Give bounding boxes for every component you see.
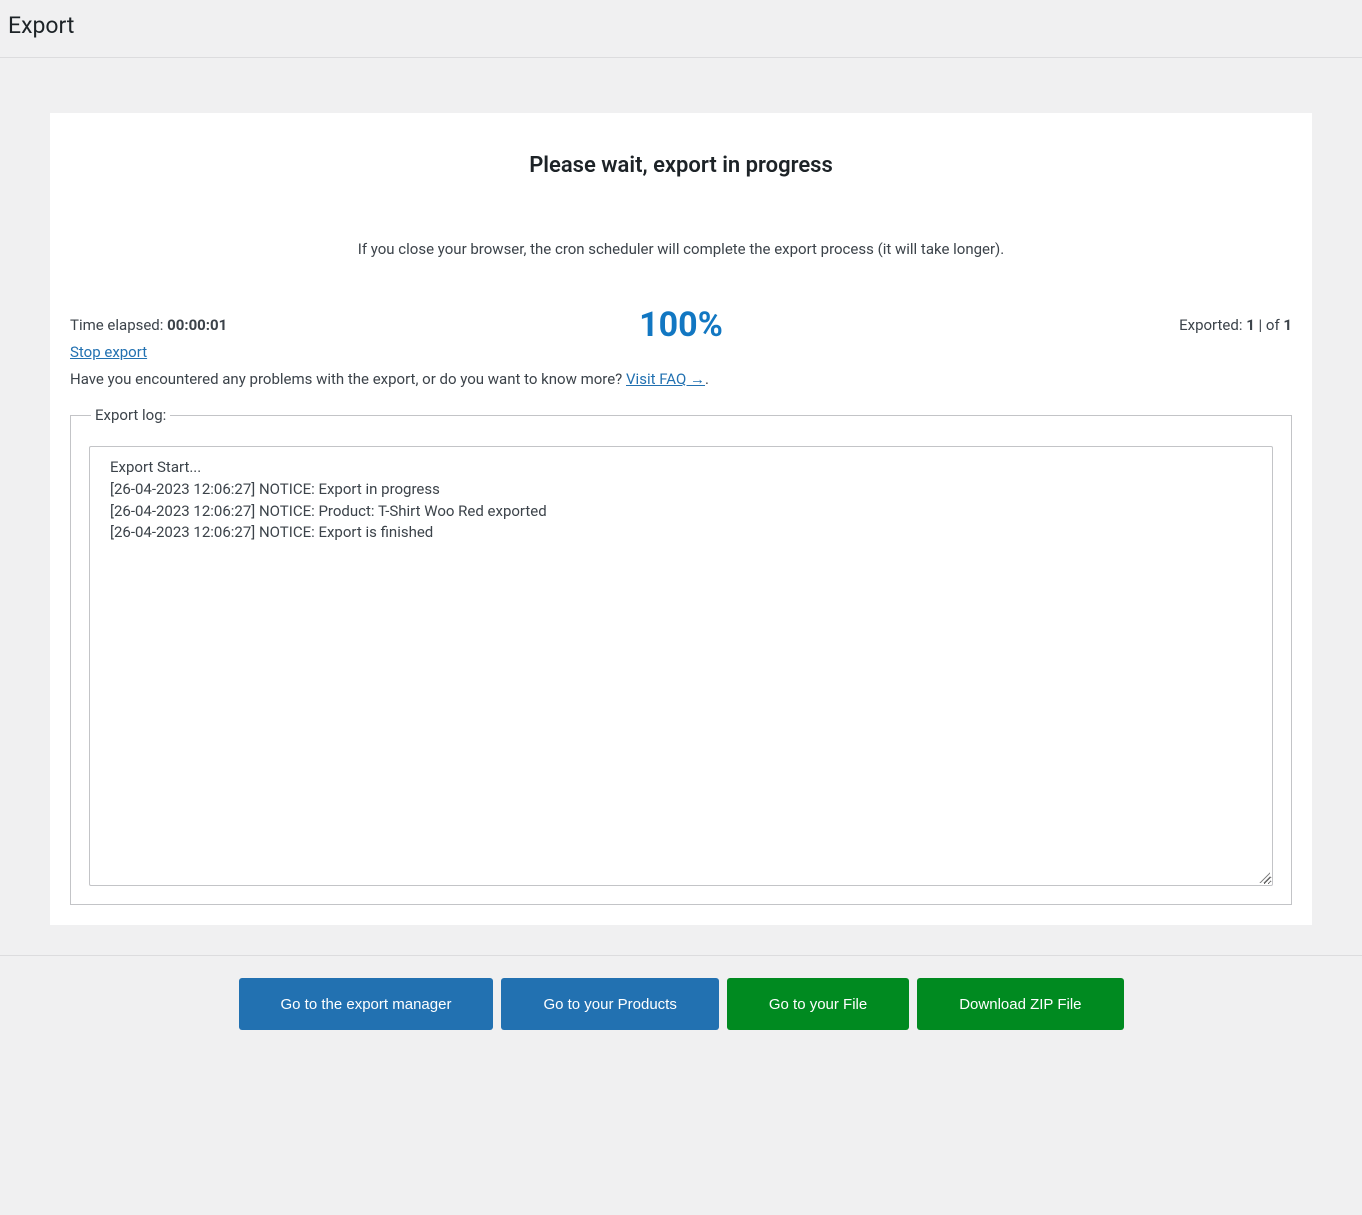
time-elapsed-value: 00:00:01 [167,316,227,334]
faq-dot: . [705,370,709,388]
export-log-legend: Export log: [91,406,170,424]
time-elapsed: Time elapsed: 00:00:01 [70,316,227,334]
go-to-products-button[interactable]: Go to your Products [501,978,718,1030]
export-card: Please wait, export in progress If you c… [50,113,1312,925]
card-title: Please wait, export in progress [70,153,1292,178]
faq-link[interactable]: Visit FAQ → [626,370,705,388]
card-subtitle: If you close your browser, the cron sche… [70,240,1292,258]
download-zip-button[interactable]: Download ZIP File [917,978,1123,1030]
exported-count: Exported: 1 | of 1 [1179,316,1292,334]
exported-separator: | of [1255,316,1284,334]
page-title: Export [8,12,1354,39]
stop-export-link[interactable]: Stop export [70,343,147,361]
progress-percent: 100% [639,305,723,345]
export-log-content: Export Start... [26-04-2023 12:06:27] NO… [110,458,547,541]
resize-grip-icon [1258,871,1270,883]
faq-text: Have you encountered any problems with t… [70,370,626,388]
export-log-fieldset: Export log: Export Start... [26-04-2023 … [70,406,1292,905]
go-to-file-button[interactable]: Go to your File [727,978,909,1030]
exported-total: 1 [1283,316,1292,334]
status-row: Time elapsed: 00:00:01 100% Exported: 1 … [70,316,1292,334]
page-header: Export [0,0,1362,58]
footer-actions: Go to the export manager Go to your Prod… [0,955,1362,1052]
go-to-export-manager-button[interactable]: Go to the export manager [239,978,494,1030]
exported-current: 1 [1246,316,1255,334]
export-log-box[interactable]: Export Start... [26-04-2023 12:06:27] NO… [89,446,1273,886]
time-elapsed-label: Time elapsed: [70,316,167,334]
faq-line: Have you encountered any problems with t… [70,370,1292,388]
exported-label: Exported: [1179,316,1246,334]
